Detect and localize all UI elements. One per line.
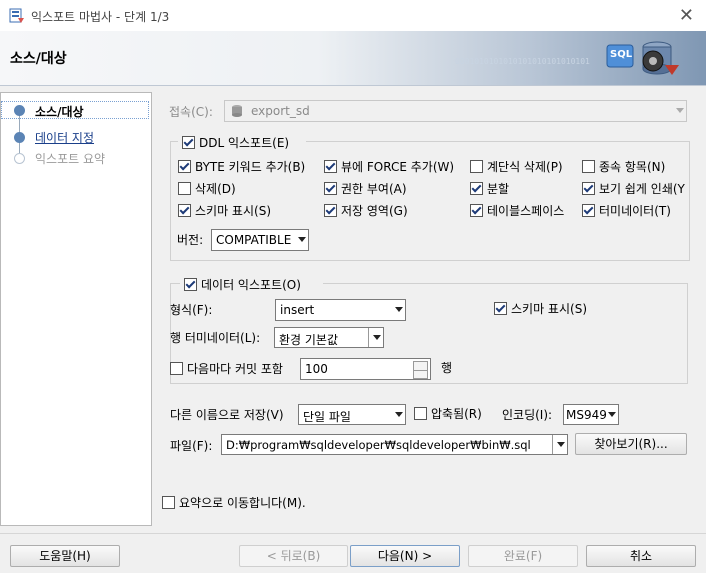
- file-label: 파일(F):: [170, 439, 213, 453]
- ddl-group-header: DDL 익스포트(E): [178, 133, 306, 150]
- chevron-down-icon: [395, 412, 403, 417]
- grants-label: 권한 부여(A): [341, 182, 407, 196]
- partitioning-checkbox[interactable]: [470, 182, 483, 195]
- tablespace-label: 테이블스페이스: [487, 204, 565, 218]
- commit-checkbox[interactable]: [170, 362, 183, 375]
- commit-rows-value: 100: [305, 362, 328, 376]
- dependents-label: 종속 항목(N): [599, 160, 666, 174]
- window-title: 익스포트 마법사 - 단계 1/3: [31, 10, 170, 24]
- grants-checkbox[interactable]: [324, 182, 337, 195]
- view-force-checkbox[interactable]: [324, 160, 337, 173]
- terminator-checkbox[interactable]: [582, 204, 595, 217]
- page-title: 소스/대상: [10, 51, 67, 67]
- step-source-target[interactable]: 소스/대상: [35, 103, 84, 120]
- step-export-summary: 익스포트 요약: [35, 152, 106, 166]
- terminator-label: 터미네이터(T): [599, 204, 671, 218]
- dependents-checkbox[interactable]: [582, 160, 595, 173]
- compress-checkbox[interactable]: [414, 407, 427, 420]
- ddl-export-label: DDL 익스포트(E): [199, 136, 290, 150]
- show-schema-data-label: 스키마 표시(S): [511, 302, 587, 316]
- cancel-button[interactable]: 취소: [586, 545, 696, 567]
- version-select[interactable]: COMPATIBLE: [211, 229, 309, 251]
- cascade-drop-label: 계단식 삭제(P): [487, 160, 563, 174]
- database-export-icon: [605, 35, 681, 86]
- format-value: insert: [280, 303, 315, 317]
- data-group-header: 데이터 익스포트(O): [180, 275, 323, 292]
- browse-button[interactable]: 찾아보기(R)...: [575, 433, 687, 455]
- tablespace-checkbox[interactable]: [470, 204, 483, 217]
- file-path-input[interactable]: D:₩program₩sqldeveloper₩sqldeveloper₩bin…: [221, 434, 568, 455]
- chevron-down-icon: [608, 412, 616, 417]
- sql-badge: SQL: [610, 49, 633, 60]
- pretty-print-checkbox[interactable]: [582, 182, 595, 195]
- connection-label: 접속(C):: [169, 105, 213, 119]
- step-1-marker: [14, 105, 25, 116]
- byte-keyword-label: BYTE 키워드 추가(B): [195, 160, 306, 174]
- drop-label: 삭제(D): [195, 182, 236, 196]
- summary-jump-checkbox[interactable]: [162, 496, 175, 509]
- summary-jump-label: 요약으로 이동합니다(M).: [179, 496, 306, 510]
- encoding-value: MS949: [566, 408, 607, 422]
- binary-decoration: 0001010101010101010101010101: [455, 57, 590, 66]
- encoding-label: 인코딩(I):: [502, 408, 553, 422]
- data-export-checkbox[interactable]: [184, 278, 197, 291]
- row-terminator-value: 환경 기본값: [279, 333, 339, 347]
- chevron-down-icon: [298, 237, 306, 242]
- pretty-print-label: 보기 쉽게 인쇄(Y: [599, 182, 685, 196]
- version-label: 버전:: [177, 233, 204, 247]
- view-force-label: 뷰에 FORCE 추가(W): [341, 160, 455, 174]
- wizard-banner: 소스/대상 0001010101010101010101010101 SQL: [0, 31, 706, 86]
- format-select[interactable]: insert: [275, 299, 406, 321]
- ddl-export-checkbox[interactable]: [182, 136, 195, 149]
- partitioning-label: 분할: [487, 182, 510, 196]
- chevron-down-icon: [373, 335, 381, 340]
- version-value: COMPATIBLE: [216, 233, 292, 247]
- show-schema-data-checkbox[interactable]: [494, 302, 507, 315]
- storage-label: 저장 영역(G): [341, 204, 408, 218]
- format-label: 형식(F):: [170, 303, 213, 317]
- step-2-marker: [14, 132, 25, 143]
- save-as-label: 다른 이름으로 저장(V): [170, 408, 284, 422]
- chevron-down-icon: [557, 442, 565, 447]
- footer-divider: [0, 533, 706, 534]
- cascade-drop-checkbox[interactable]: [470, 160, 483, 173]
- commit-label: 다음마다 커밋 포함: [187, 362, 283, 376]
- data-export-label: 데이터 익스포트(O): [201, 278, 301, 292]
- encoding-select[interactable]: MS949: [563, 404, 619, 425]
- save-as-value: 단일 파일: [303, 410, 351, 424]
- storage-checkbox[interactable]: [324, 204, 337, 217]
- row-terminator-label: 행 터미네이터(L):: [170, 331, 261, 345]
- help-button[interactable]: 도움말(H): [10, 545, 120, 567]
- close-icon[interactable]: ✕: [679, 5, 694, 26]
- app-icon: [9, 8, 25, 27]
- chevron-down-icon: [395, 307, 403, 312]
- commit-rows-stepper[interactable]: 100: [300, 358, 431, 380]
- title-bar: 익스포트 마법사 - 단계 1/3 ✕: [0, 0, 706, 32]
- commit-unit: 행: [441, 361, 453, 375]
- step-specify-data[interactable]: 데이터 지정: [35, 129, 94, 146]
- file-path-value: D:₩program₩sqldeveloper₩sqldeveloper₩bin…: [226, 438, 531, 452]
- drop-checkbox[interactable]: [178, 182, 191, 195]
- finish-button: 완료(F): [468, 545, 578, 567]
- byte-keyword-checkbox[interactable]: [178, 160, 191, 173]
- next-button[interactable]: 다음(N) >: [350, 545, 460, 567]
- compress-label: 압축됨(R): [431, 407, 482, 421]
- show-schema-ddl-label: 스키마 표시(S): [195, 204, 271, 218]
- chevron-down-icon: [676, 108, 684, 113]
- database-icon: [230, 104, 244, 121]
- row-terminator-select[interactable]: 환경 기본값: [274, 327, 384, 348]
- connection-value: export_sd: [251, 104, 310, 118]
- stepper-down-icon[interactable]: [413, 370, 428, 379]
- back-button: < 뒤로(B): [239, 545, 348, 567]
- wizard-steps-panel: 소스/대상 데이터 지정 익스포트 요약: [0, 92, 152, 526]
- show-schema-ddl-checkbox[interactable]: [178, 204, 191, 217]
- connection-select: export_sd: [224, 100, 687, 122]
- save-as-select[interactable]: 단일 파일: [298, 404, 406, 425]
- step-3-marker: [14, 153, 25, 164]
